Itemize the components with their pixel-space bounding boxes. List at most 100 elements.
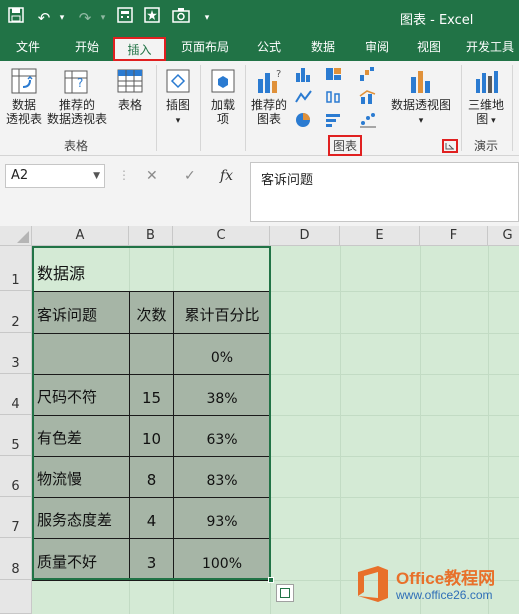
pivot-table-label-2: 透视表 — [5, 112, 42, 126]
row-header-9[interactable] — [0, 580, 32, 614]
row-header-7[interactable]: 7 — [0, 497, 32, 538]
row-header-2[interactable]: 2 — [0, 291, 32, 333]
bar-chart-icon[interactable] — [324, 111, 344, 129]
cell-text: 10 — [141, 430, 162, 448]
table-cell-issue[interactable]: 物流慢 — [32, 456, 130, 498]
table-cell-count[interactable] — [129, 333, 174, 375]
column-header-g[interactable]: G — [488, 226, 519, 246]
table-cell-issue[interactable]: 尺码不符 — [32, 374, 130, 416]
name-box-value: A2 — [11, 168, 29, 183]
table-cell-percent[interactable]: 63% — [173, 415, 271, 457]
tab-formulas[interactable]: 公式 — [246, 36, 292, 61]
pie-chart-icon[interactable] — [294, 111, 314, 129]
table-cell-percent[interactable]: 100% — [173, 538, 271, 581]
charts-dialog-launcher[interactable] — [442, 139, 458, 153]
column-header-b[interactable]: B — [129, 226, 173, 246]
table-cell-count[interactable]: 10 — [129, 415, 174, 457]
column-chart-icon[interactable] — [294, 65, 314, 83]
worksheet-grid[interactable]: A B C D E F G 1 2 3 4 5 6 7 8 数据源 客诉问题 次… — [0, 226, 519, 614]
undo-dropdown-icon[interactable]: ▾ — [51, 7, 73, 29]
row-header-3[interactable]: 3 — [0, 333, 32, 374]
ribbon: 数据 透视表 ? 推荐的 数据透视表 表格 表格 插图 ▾ 加载 项 ? 推荐的… — [0, 61, 519, 156]
new-star-icon[interactable] — [141, 7, 163, 29]
column-header-f[interactable]: F — [420, 226, 488, 246]
table-cell-percent[interactable]: 38% — [173, 374, 271, 416]
addins-button[interactable]: 加载 项 — [205, 67, 241, 126]
pivot-table-button[interactable]: 数据 透视表 — [4, 67, 44, 126]
pivot-chart-dropdown-icon: ▾ — [418, 116, 424, 126]
insert-function-icon[interactable]: fx — [220, 168, 233, 184]
table-cell-count[interactable]: 15 — [129, 374, 174, 416]
gridline — [488, 246, 489, 614]
table-cell-issue[interactable]: 有色差 — [32, 415, 130, 457]
recommended-charts-button[interactable]: ? 推荐的 图表 — [249, 67, 289, 126]
table-cell-percent[interactable]: 93% — [173, 497, 271, 539]
recommended-pivot-label-1: 推荐的 — [58, 98, 95, 112]
column-header-c[interactable]: C — [173, 226, 270, 246]
column-header-d[interactable]: D — [270, 226, 340, 246]
name-box-dropdown-icon[interactable]: ▼ — [93, 165, 100, 187]
tab-data[interactable]: 数据 — [300, 36, 346, 61]
cell-text: 3 — [146, 554, 157, 572]
tab-insert[interactable]: 插入 — [113, 37, 166, 61]
line-chart-icon[interactable] — [294, 88, 314, 106]
addins-label-2: 项 — [216, 112, 229, 126]
tab-developer[interactable]: 开发工具 — [460, 36, 519, 61]
table-cell-count[interactable]: 3 — [129, 538, 174, 581]
formula-input[interactable]: 客诉问题 — [250, 162, 519, 222]
cell-text: 100% — [201, 556, 243, 572]
save-icon[interactable] — [5, 7, 27, 29]
row-number: 8 — [11, 562, 20, 577]
row-header-4[interactable]: 4 — [0, 374, 32, 415]
select-all-corner[interactable] — [0, 226, 32, 246]
cancel-icon[interactable]: ✕ — [146, 168, 158, 184]
statistic-chart-icon[interactable] — [324, 88, 344, 106]
column-header-e[interactable]: E — [340, 226, 420, 246]
row-header-8[interactable]: 8 — [0, 538, 32, 580]
row-header-5[interactable]: 5 — [0, 415, 32, 456]
table-label: 表格 — [117, 98, 142, 112]
scatter-chart-icon[interactable] — [358, 111, 378, 129]
table-cell-percent[interactable]: 83% — [173, 456, 271, 498]
3d-map-button[interactable]: 三维地 图 ▾ — [464, 67, 508, 128]
dialog-launcher-icon — [445, 143, 454, 150]
column-header-a[interactable]: A — [32, 226, 129, 246]
window-title: 图表 - Excel — [400, 13, 474, 28]
cell-text: 物流慢 — [37, 470, 83, 488]
header-cell-count[interactable]: 次数 — [129, 291, 174, 334]
table-cell-count[interactable]: 4 — [129, 497, 174, 539]
camera-icon[interactable] — [170, 7, 192, 29]
table-cell-percent[interactable]: 0% — [173, 333, 271, 375]
enter-icon[interactable]: ✓ — [184, 168, 196, 184]
table-cell-issue[interactable] — [32, 333, 130, 375]
recommended-pivot-button[interactable]: ? 推荐的 数据透视表 — [46, 67, 108, 126]
calculator-icon[interactable] — [114, 7, 136, 29]
table-cell-issue[interactable]: 质量不好 — [32, 538, 130, 581]
header-cell-issue[interactable]: 客诉问题 — [32, 291, 130, 334]
tab-page-layout[interactable]: 页面布局 — [174, 36, 236, 61]
table-cell-count[interactable]: 8 — [129, 456, 174, 498]
fill-handle[interactable] — [268, 577, 274, 583]
tab-home[interactable]: 开始 — [62, 36, 112, 61]
table-button[interactable]: 表格 — [112, 67, 148, 112]
ribbon-tabs: 文件 开始 插入 页面布局 公式 数据 审阅 视图 开发工具 — [0, 36, 519, 61]
tab-file[interactable]: 文件 — [6, 36, 50, 61]
customize-toolbar-icon[interactable]: ▾ — [196, 7, 218, 29]
combo-chart-icon[interactable] — [358, 88, 378, 106]
recommended-charts-label-2: 图表 — [256, 112, 281, 126]
row-header-1[interactable]: 1 — [0, 246, 32, 291]
quick-analysis-button[interactable] — [276, 584, 294, 602]
waterfall-chart-icon[interactable] — [358, 65, 378, 83]
row-header-6[interactable]: 6 — [0, 456, 32, 497]
name-box[interactable]: A2 ▼ — [5, 164, 105, 188]
table-cell-issue[interactable]: 服务态度差 — [32, 497, 130, 539]
header-cell-cumulative-percent[interactable]: 累计百分比 — [173, 291, 271, 334]
hierarchy-chart-icon[interactable] — [324, 65, 344, 83]
pivot-chart-button[interactable]: 数据透视图 ▾ — [388, 67, 454, 128]
illustrations-button[interactable]: 插图 ▾ — [160, 67, 196, 128]
tab-view[interactable]: 视图 — [406, 36, 452, 61]
tab-review[interactable]: 审阅 — [354, 36, 400, 61]
sheet-title-cell[interactable]: 数据源 — [37, 260, 85, 284]
cell-text: 93% — [206, 514, 238, 530]
redo-dropdown-icon[interactable]: ▾ — [92, 7, 114, 29]
